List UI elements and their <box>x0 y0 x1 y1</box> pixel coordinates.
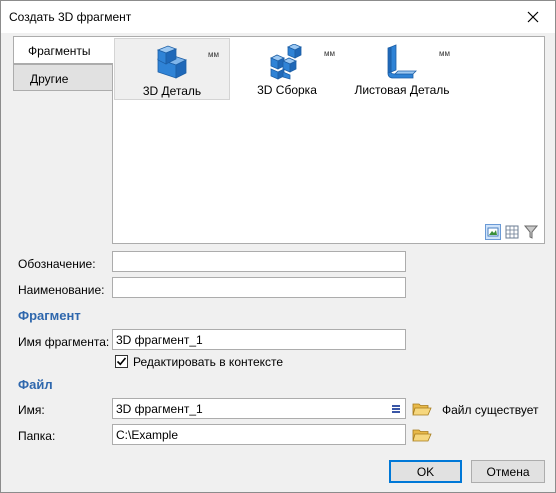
file-name-field[interactable] <box>112 398 406 419</box>
folder-open-icon <box>412 403 432 416</box>
sheet-metal-icon <box>387 44 417 79</box>
template-sheet-metal[interactable]: мм Листовая Деталь <box>344 38 460 100</box>
table-view-button[interactable] <box>504 224 520 240</box>
close-icon <box>527 11 539 23</box>
folder-field[interactable] <box>112 424 406 445</box>
large-icons-view-button[interactable] <box>485 224 501 240</box>
folder-browse-button[interactable] <box>412 427 432 443</box>
folder-open-icon <box>412 429 432 442</box>
file-name-label: Имя: <box>18 403 45 417</box>
name-field[interactable] <box>112 277 406 298</box>
file-exists-status: Файл существует <box>442 403 539 417</box>
tab-other[interactable]: Другие <box>13 64 113 91</box>
folder-label: Папка: <box>18 429 56 443</box>
designation-label: Обозначение: <box>18 257 96 271</box>
tab-fragments[interactable]: Фрагменты <box>13 36 113 64</box>
file-section-heading: Файл <box>18 377 53 392</box>
close-button[interactable] <box>511 1 555 33</box>
large-icons-view-icon <box>487 227 499 237</box>
title-bar: Создать 3D фрагмент <box>1 1 555 33</box>
filter-icon <box>523 225 539 239</box>
edit-in-context-label: Редактировать в контексте <box>133 355 284 369</box>
fragment-name-label: Имя фрагмента: <box>18 335 110 349</box>
template-label: 3D Сборка <box>257 83 317 97</box>
template-3d-assembly[interactable]: мм 3D Сборка <box>229 38 345 100</box>
tab-fragments-label: Фрагменты <box>28 44 91 58</box>
assembly-icon <box>270 44 302 80</box>
filter-button[interactable] <box>523 224 539 240</box>
tab-other-label: Другие <box>30 72 69 86</box>
template-label: 3D Деталь <box>142 84 202 98</box>
fragment-name-field[interactable] <box>112 329 406 350</box>
create-3d-fragment-dialog: Создать 3D фрагмент Фрагменты Другие мм … <box>0 0 556 493</box>
cancel-button[interactable]: Отмена <box>471 460 545 483</box>
fragment-section-heading: Фрагмент <box>18 308 81 323</box>
part-icon <box>156 45 188 79</box>
template-panel: мм 3D Деталь мм 3D Сборка мм Листовая Де… <box>112 36 545 244</box>
window-title: Создать 3D фрагмент <box>9 10 132 24</box>
file-browse-button[interactable] <box>412 401 432 417</box>
ok-button[interactable]: OK <box>389 460 462 483</box>
file-name-list-button[interactable] <box>391 403 401 413</box>
template-3d-part[interactable]: мм 3D Деталь <box>114 38 230 100</box>
edit-in-context-checkbox[interactable] <box>115 355 128 368</box>
name-label: Наименование: <box>18 283 105 297</box>
template-unit: мм <box>324 49 335 58</box>
template-unit: мм <box>439 49 450 58</box>
template-unit: мм <box>208 50 219 59</box>
list-icon <box>392 405 400 413</box>
checkmark-icon <box>116 357 127 366</box>
template-label: Листовая Деталь <box>354 83 450 97</box>
designation-field[interactable] <box>112 251 406 272</box>
table-view-icon <box>505 225 519 239</box>
